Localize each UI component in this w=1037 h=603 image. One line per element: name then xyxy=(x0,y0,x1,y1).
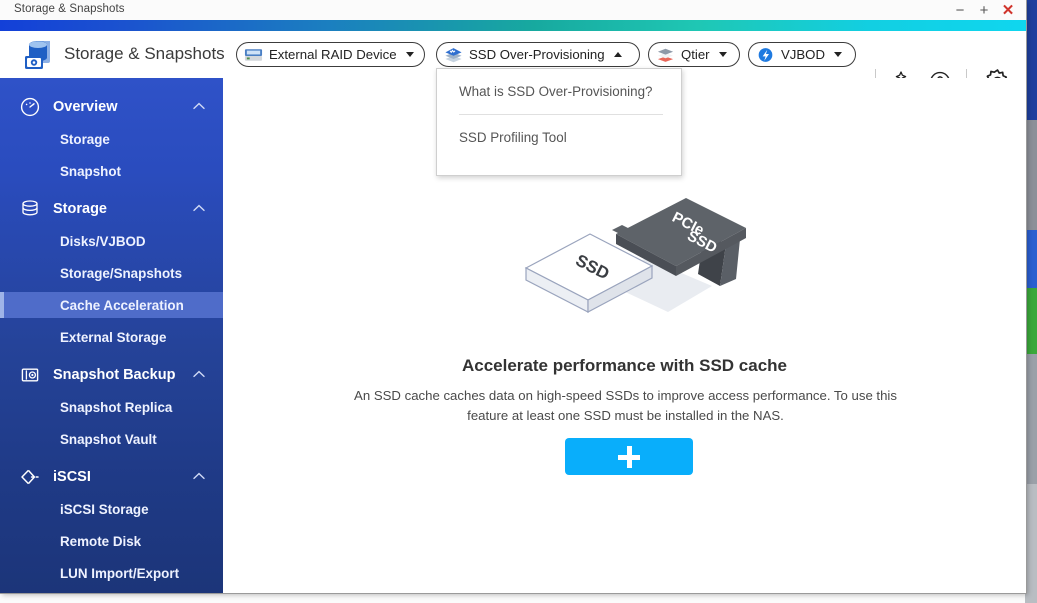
desktop-strip-slate xyxy=(1025,120,1037,230)
qtier-layers-icon xyxy=(657,48,674,62)
chevron-down-icon xyxy=(405,52,414,57)
sidebar-item-external-storage[interactable]: External Storage xyxy=(0,324,223,350)
chevron-up-icon xyxy=(193,472,205,480)
application-window: Storage & Snapshots − + ✕ Storage & Snap… xyxy=(0,0,1026,593)
storage-snapshots-icon xyxy=(25,41,50,69)
menu-item-what-is-ssd-over-provisioning[interactable]: What is SSD Over-Provisioning? xyxy=(437,69,681,114)
gauge-icon xyxy=(20,97,40,117)
sidebar-group-label: Snapshot Backup xyxy=(53,367,176,383)
sidebar-item-snapshot[interactable]: Snapshot xyxy=(0,158,223,184)
sidebar-group-label: Overview xyxy=(53,99,118,115)
desktop-strip-blue xyxy=(1025,0,1037,120)
ssd-over-provisioning-label: SSD Over-Provisioning xyxy=(469,47,605,62)
iscsi-arrow-icon xyxy=(21,469,39,485)
qtier-button[interactable]: Qtier xyxy=(648,42,740,67)
sidebar-group-label: iSCSI xyxy=(53,469,91,485)
chevron-down-icon xyxy=(718,52,727,57)
sidebar-group-overview[interactable]: Overview xyxy=(0,88,223,126)
window-controls: − + ✕ xyxy=(948,0,1020,20)
close-button[interactable]: ✕ xyxy=(996,0,1020,20)
qtier-label: Qtier xyxy=(681,47,710,62)
app-title: Storage & Snapshots xyxy=(64,44,225,63)
vjbod-label: VJBOD xyxy=(781,47,825,62)
database-icon xyxy=(22,200,38,216)
chevron-down-icon xyxy=(833,52,842,57)
raid-enclosure-icon xyxy=(244,48,263,61)
window-title: Storage & Snapshots xyxy=(14,3,125,15)
maximize-button[interactable]: + xyxy=(972,0,996,20)
content-title: Accelerate performance with SSD cache xyxy=(461,356,788,375)
sidebar-item-snapshot-replica[interactable]: Snapshot Replica xyxy=(0,394,223,420)
menu-item-ssd-profiling-tool[interactable]: SSD Profiling Tool xyxy=(437,115,681,160)
chevron-up-icon xyxy=(193,204,205,212)
vjbod-button[interactable]: VJBOD xyxy=(748,42,856,67)
sidebar-group-iscsi[interactable]: iSCSI xyxy=(0,458,223,496)
sidebar-group-snapshot-backup[interactable]: Snapshot Backup xyxy=(0,356,223,394)
sidebar-item-storage-snapshots[interactable]: Storage/Snapshots xyxy=(0,260,223,286)
desktop-right-strip xyxy=(1025,0,1037,603)
sidebar-item-lun-import-export[interactable]: LUN Import/Export xyxy=(0,560,223,586)
vjbod-icon xyxy=(758,47,773,62)
sidebar-group-storage[interactable]: Storage xyxy=(0,190,223,228)
sidebar-item-iscsi-storage[interactable]: iSCSI Storage xyxy=(0,496,223,522)
ssd-stack-icon xyxy=(445,47,462,62)
accent-gradient-bar xyxy=(0,20,1026,31)
plus-icon xyxy=(618,445,640,468)
external-raid-device-button[interactable]: External RAID Device xyxy=(236,42,425,67)
sidebar-item-cache-acceleration[interactable]: Cache Acceleration xyxy=(0,292,223,318)
ssd-over-provisioning-menu: What is SSD Over-Provisioning? SSD Profi… xyxy=(436,68,682,176)
minimize-button[interactable]: − xyxy=(948,0,972,20)
sidebar-group-label: Storage xyxy=(53,201,107,217)
sidebar-item-disks-vjbod[interactable]: Disks/VJBOD xyxy=(0,228,223,254)
window-title-bar[interactable]: Storage & Snapshots − + ✕ xyxy=(0,0,1026,20)
sidebar-item-snapshot-vault[interactable]: Snapshot Vault xyxy=(0,426,223,452)
desktop-strip-green xyxy=(1025,288,1037,354)
external-raid-device-label: External RAID Device xyxy=(269,47,397,62)
ssd-and-pcie-ssd-illustration: PCIe SSD SSD xyxy=(524,198,746,313)
chevron-up-icon xyxy=(193,370,205,378)
sidebar-item-remote-disk[interactable]: Remote Disk xyxy=(0,528,223,554)
content-description: An SSD cache caches data on high-speed S… xyxy=(354,388,897,423)
sidebar-item-storage[interactable]: Storage xyxy=(0,126,223,152)
desktop-strip-slate2 xyxy=(1025,354,1037,484)
chevron-up-icon xyxy=(613,52,622,57)
desktop-strip-blue2 xyxy=(1025,230,1037,288)
screen: Storage & Snapshots − + ✕ Storage & Snap… xyxy=(0,0,1037,603)
snapshot-camera-icon xyxy=(21,368,39,382)
sidebar: Overview Storage Snapshot Storage Disks/… xyxy=(0,78,223,593)
ssd-over-provisioning-button[interactable]: SSD Over-Provisioning xyxy=(436,42,640,67)
add-ssd-cache-button[interactable] xyxy=(565,438,693,475)
desktop-strip-gray xyxy=(1025,484,1037,603)
chevron-up-icon xyxy=(193,102,205,110)
